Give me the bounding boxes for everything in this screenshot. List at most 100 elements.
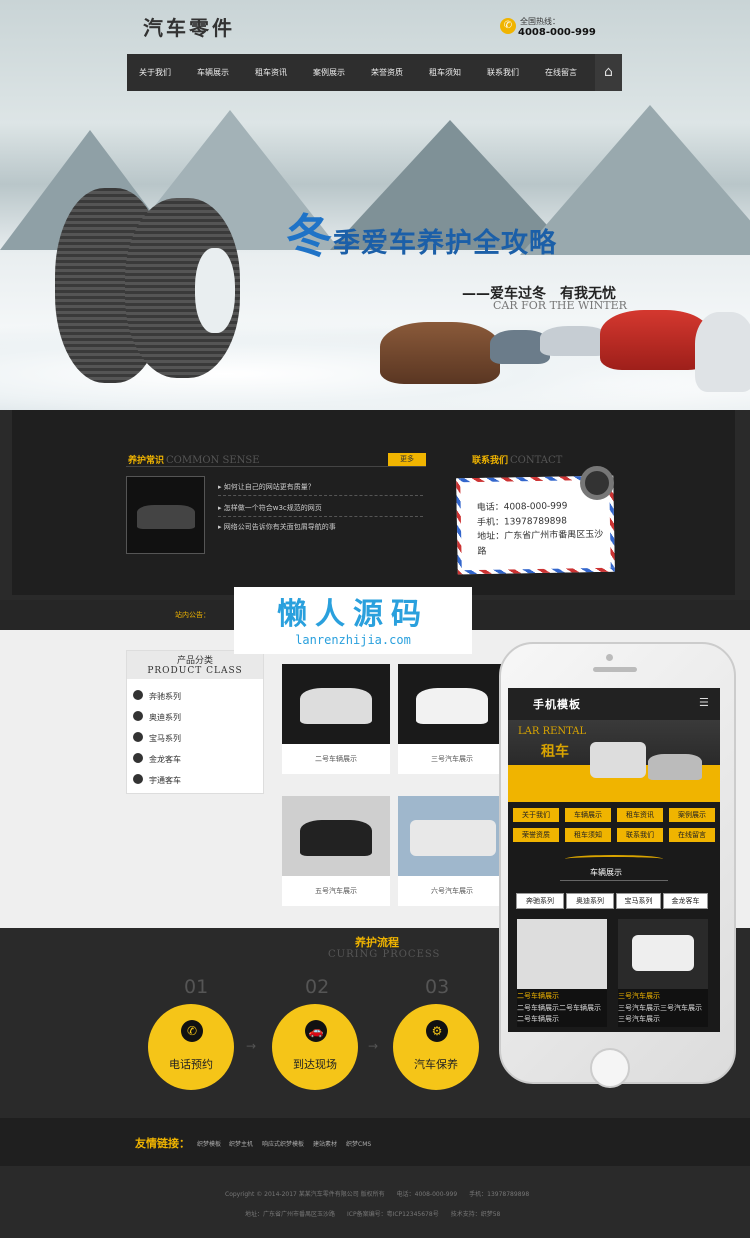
product-image[interactable] — [398, 796, 506, 876]
sense-title-en: COMMON SENSE — [166, 455, 260, 466]
footer-address: 地址：广东省广州市番禺区玉沙路 ICP备案编号：粤ICP12345678号 技术… — [245, 1211, 501, 1218]
category-icon — [133, 774, 143, 784]
sense-image[interactable] — [126, 476, 205, 554]
info-panel — [12, 410, 735, 595]
mobile-menu-vehicles[interactable]: 车辆展示 — [565, 808, 611, 822]
news-item[interactable]: ▸ 网络公司告诉你有关面包屑导航的事 — [218, 522, 336, 532]
divider — [560, 880, 668, 881]
news-item[interactable]: ▸ 如何让自己的网站更有质量？ — [218, 482, 315, 492]
mobile-product-title[interactable]: 二号车辆展示 — [517, 991, 559, 1001]
category-item[interactable]: 金龙客车 — [149, 754, 181, 765]
watermark: 懒人源码 lanrenzhijia.com — [234, 587, 472, 654]
site-logo[interactable]: 汽车零件 — [143, 12, 235, 41]
mobile-menu-notes[interactable]: 租车须知 — [565, 828, 611, 842]
product-caption[interactable]: 二号车辆展示 — [282, 754, 390, 764]
category-icon — [133, 711, 143, 721]
step-number: 01 — [184, 976, 209, 998]
mobile-product-title[interactable]: 三号汽车展示 — [618, 991, 660, 1001]
menu-icon[interactable]: ☰ — [699, 696, 709, 709]
mobile-menu-contact[interactable]: 联系我们 — [617, 828, 663, 842]
mobile-tab[interactable]: 宝马系列 — [616, 893, 661, 909]
car-icon: 🚗 — [305, 1020, 327, 1042]
category-item[interactable]: 宝马系列 — [149, 733, 181, 744]
divider — [126, 466, 426, 467]
mobile-tab[interactable]: 金龙客车 — [663, 893, 708, 909]
product-image[interactable] — [398, 664, 506, 744]
contact-mobile: 手机：13978789898 — [476, 516, 568, 529]
mobile-menu-news[interactable]: 租车资讯 — [617, 808, 663, 822]
wheel-icon: ⚙ — [426, 1020, 448, 1042]
mobile-product-image[interactable] — [618, 919, 708, 989]
nav-rental-news[interactable]: 租车资讯 — [255, 54, 287, 91]
nav-vehicles[interactable]: 车辆展示 — [197, 54, 229, 91]
news-item[interactable]: ▸ 怎样做一个符合w3c规范的网页 — [218, 503, 322, 513]
step-arrive: 🚗 到达现场 — [272, 1004, 358, 1090]
product-image[interactable] — [282, 664, 390, 744]
product-card[interactable]: 五号汽车展示 — [282, 796, 390, 906]
category-item[interactable]: 奥迪系列 — [149, 712, 181, 723]
phone-home-button — [590, 1048, 630, 1088]
mobile-tab[interactable]: 奔驰系列 — [516, 893, 564, 909]
friend-link[interactable]: 响应式织梦模板 — [262, 1139, 304, 1148]
banner-title: 冬季爱车养护全攻略 — [286, 200, 557, 266]
mobile-section-title: 车辆展示 — [590, 868, 622, 877]
home-icon[interactable]: ⌂ — [595, 54, 622, 91]
contact-phone: 电话：4008-000-999 — [476, 501, 568, 514]
mobile-product[interactable]: 三号汽车展示 三号汽车展示三号汽车展示三号汽车展示 — [618, 919, 708, 1027]
category-icon — [133, 753, 143, 763]
friend-link[interactable]: 建站素材 — [313, 1139, 337, 1148]
category-header: 产品分类 PRODUCT CLASS — [127, 651, 263, 679]
mobile-menu-honors[interactable]: 荣誉资质 — [513, 828, 559, 842]
mobile-tab[interactable]: 奥迪系列 — [566, 893, 614, 909]
mobile-title: 手机模板 — [533, 698, 581, 711]
product-card[interactable]: 二号车辆展示 — [282, 664, 390, 774]
category-title-en: PRODUCT CLASS — [147, 666, 243, 676]
product-image[interactable] — [282, 796, 390, 876]
friend-link[interactable]: 织梦CMS — [346, 1139, 371, 1148]
nav-about[interactable]: 关于我们 — [139, 54, 171, 91]
mobile-product-desc: 二号车辆展示二号车辆展示二号车辆展示 — [517, 1004, 601, 1023]
news-item-text[interactable]: 网络公司告诉你有关面包屑导航的事 — [224, 523, 336, 531]
tire-decoration — [580, 466, 614, 500]
mobile-product-image[interactable] — [517, 919, 607, 989]
contact-title: 联系我们 CONTACT — [472, 453, 562, 466]
watermark-url: lanrenzhijia.com — [295, 633, 411, 647]
product-caption[interactable]: 三号汽车展示 — [398, 754, 506, 764]
banner-title-rest: 季爱车养护全攻略 — [333, 228, 557, 259]
friend-link[interactable]: 织梦模板 — [197, 1139, 221, 1148]
notice-label: 站内公告： — [175, 611, 210, 619]
category-item[interactable]: 宇通客车 — [149, 775, 181, 786]
product-caption[interactable]: 五号汽车展示 — [282, 886, 390, 896]
mobile-section-ornament — [565, 855, 663, 863]
car-image-white — [695, 312, 750, 392]
mobile-menu-cases[interactable]: 案例展示 — [669, 808, 715, 822]
mobile-menu-about[interactable]: 关于我们 — [513, 808, 559, 822]
footer — [0, 1166, 750, 1238]
mobile-banner-car — [590, 742, 646, 778]
nav-rental-notes[interactable]: 租车须知 — [429, 54, 461, 91]
step-maintenance: ⚙ 汽车保养 — [393, 1004, 479, 1090]
contact-title-cn: 联系我们 — [472, 456, 509, 466]
nav-contact[interactable]: 联系我们 — [487, 54, 519, 91]
sense-title: 养护常识 COMMON SENSE — [128, 453, 260, 466]
mobile-product[interactable]: 二号车辆展示 二号车辆展示二号车辆展示二号车辆展示 — [517, 919, 607, 1027]
mobile-banner-cn: 租车 — [541, 744, 569, 760]
nav-cases[interactable]: 案例展示 — [313, 54, 345, 91]
phone-camera — [606, 654, 613, 661]
more-button[interactable]: 更多 — [388, 453, 426, 466]
mobile-menu-message[interactable]: 在线留言 — [669, 828, 715, 842]
step-label: 汽车保养 — [414, 1058, 458, 1071]
news-item-text[interactable]: 如何让自己的网站更有质量？ — [224, 483, 315, 491]
divider — [218, 516, 423, 517]
category-item[interactable]: 奔驰系列 — [149, 691, 181, 702]
nav-honors[interactable]: 荣誉资质 — [371, 54, 403, 91]
process-title: 养护流程 — [355, 936, 399, 949]
product-card[interactable]: 三号汽车展示 — [398, 664, 506, 774]
nav-message[interactable]: 在线留言 — [545, 54, 577, 91]
news-item-text[interactable]: 怎样做一个符合w3c规范的网页 — [224, 504, 322, 512]
category-icon — [133, 732, 143, 742]
product-caption[interactable]: 六号汽车展示 — [398, 886, 506, 896]
step-label: 到达现场 — [293, 1058, 337, 1071]
friend-link[interactable]: 织梦主机 — [229, 1139, 253, 1148]
product-card[interactable]: 六号汽车展示 — [398, 796, 506, 906]
